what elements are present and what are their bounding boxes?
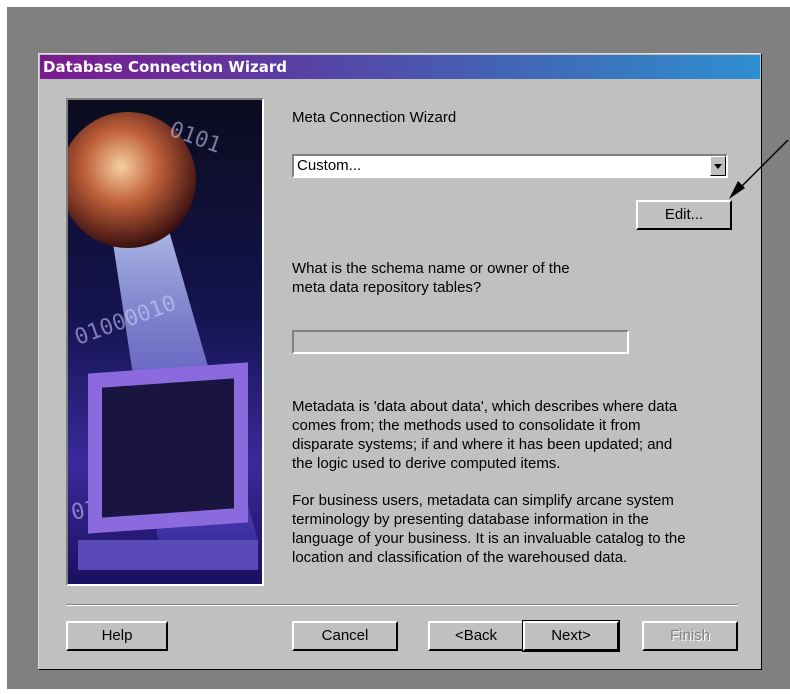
business-line: language of your business. It is an inva… [292, 530, 686, 547]
edit-button[interactable]: Edit... [636, 200, 732, 230]
schema-question-line2: meta data repository tables? [292, 279, 482, 296]
next-button[interactable]: Next> [522, 620, 620, 652]
schema-input[interactable] [292, 330, 629, 354]
wizard-illustration: 0101 01000010 01010101010 [66, 98, 264, 586]
business-line: location and classification of the wareh… [292, 549, 628, 566]
connection-select[interactable]: Custom... [292, 154, 728, 178]
help-button[interactable]: Help [66, 621, 168, 651]
wizard-heading: Meta Connection Wizard [292, 109, 457, 126]
business-line: For business users, metadata can simplif… [292, 492, 674, 509]
back-button[interactable]: <Back [428, 621, 524, 651]
select-value: Custom... [297, 157, 362, 174]
business-line: terminology by presenting database infor… [292, 511, 649, 528]
window-title: Database Connection Wizard [43, 58, 287, 76]
wizard-dialog: Database Connection Wizard 0101 01000010… [38, 53, 762, 670]
description-line: Metadata is 'data about data', which des… [292, 398, 678, 415]
cancel-button[interactable]: Cancel [292, 621, 398, 651]
chevron-down-icon[interactable] [710, 156, 726, 176]
schema-question-line1: What is the schema name or owner of the [292, 260, 570, 277]
finish-button[interactable]: Finish [642, 621, 738, 651]
description-line: disparate systems; if and where it has b… [292, 436, 673, 453]
description-line: the logic used to derive computed items. [292, 455, 561, 472]
title-bar: Database Connection Wizard [40, 55, 760, 79]
footer-separator [66, 604, 738, 606]
description-line: comes from; the methods used to consolid… [292, 417, 641, 434]
